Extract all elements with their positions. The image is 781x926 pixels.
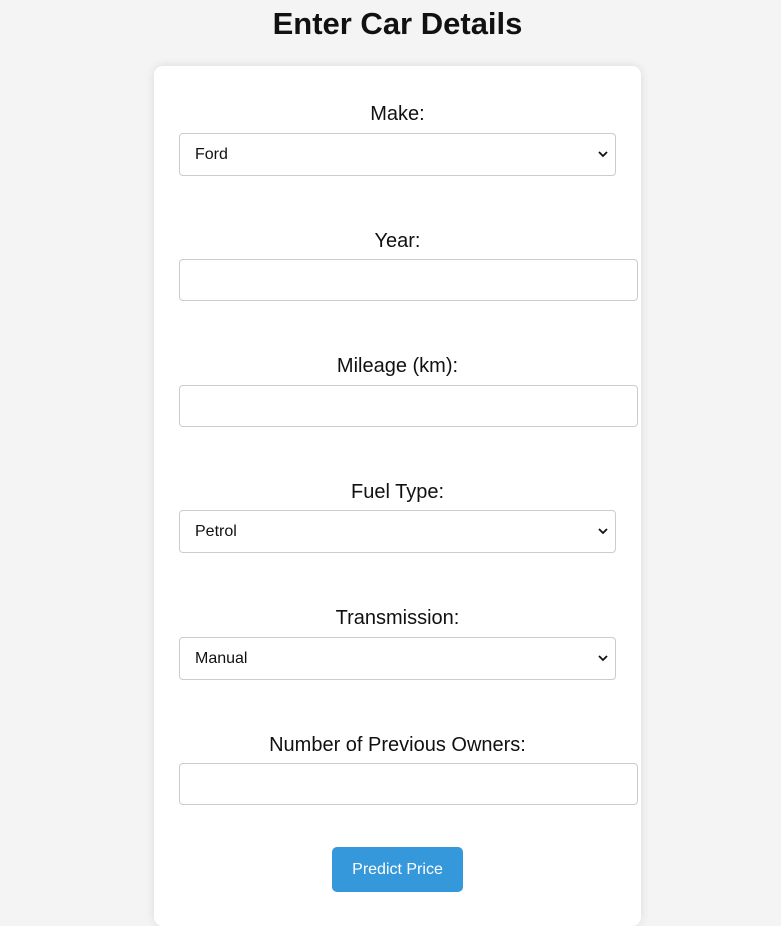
transmission-select-value: Manual bbox=[195, 650, 248, 667]
previous-owners-input[interactable] bbox=[179, 763, 638, 805]
make-label: Make: bbox=[370, 103, 425, 125]
year-label: Year: bbox=[374, 230, 421, 252]
transmission-select[interactable]: Manual bbox=[179, 637, 616, 680]
mileage-input[interactable] bbox=[179, 385, 638, 427]
transmission-label: Transmission: bbox=[335, 607, 460, 629]
fuel-type-select[interactable]: Petrol bbox=[179, 510, 616, 553]
chevron-down-icon bbox=[598, 528, 608, 535]
chevron-down-icon bbox=[598, 655, 608, 662]
predict-price-button[interactable]: Predict Price bbox=[332, 847, 463, 892]
chevron-down-icon bbox=[598, 151, 608, 158]
fuel-type-label: Fuel Type: bbox=[350, 481, 445, 503]
make-select[interactable]: Ford bbox=[179, 133, 616, 176]
previous-owners-label: Number of Previous Owners: bbox=[269, 734, 526, 756]
make-select-value: Ford bbox=[195, 146, 228, 163]
fuel-type-select-value: Petrol bbox=[195, 523, 237, 540]
year-input[interactable] bbox=[179, 259, 638, 301]
mileage-label: Mileage (km): bbox=[336, 355, 459, 377]
page-title: Enter Car Details bbox=[272, 6, 523, 41]
